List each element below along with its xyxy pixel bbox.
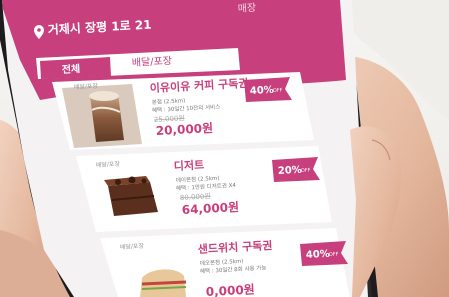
discount-off-1: OFF <box>273 87 283 94</box>
product-price-1: 20,000원 <box>155 121 213 138</box>
coffee-image <box>62 84 142 148</box>
product-price-3: 0,000원 <box>205 282 255 297</box>
product-name-2: 디저트 <box>173 157 204 173</box>
phone-photo: 거제시 장평 1로 21 매장 전체 배달/포장 배달/포장 이유이유 커피 구… <box>0 0 449 297</box>
tab-peek[interactable]: 매장 <box>237 2 256 15</box>
tab-all-label: 전체 <box>61 62 80 76</box>
discount-value-1: 40% <box>250 85 274 97</box>
discount-value-3: 40% <box>306 249 330 261</box>
product-tag-2: 배달/포장 <box>96 160 121 169</box>
product-old-price-2: 80,000원 <box>180 191 211 202</box>
product-tag-3: 배달/포장 <box>120 242 145 251</box>
product-tag-1: 배달/포장 <box>74 82 99 91</box>
phone-screen: 거제시 장평 1로 21 매장 전체 배달/포장 배달/포장 이유이유 커피 구… <box>2 0 368 297</box>
discount-off-2: OFF <box>301 167 311 174</box>
product-price-2: 64,000원 <box>181 200 239 217</box>
tab-delivery-label[interactable]: 배달/포장 <box>132 55 173 69</box>
discount-value-2: 20% <box>278 165 302 177</box>
discount-off-3: OFF <box>329 251 339 258</box>
